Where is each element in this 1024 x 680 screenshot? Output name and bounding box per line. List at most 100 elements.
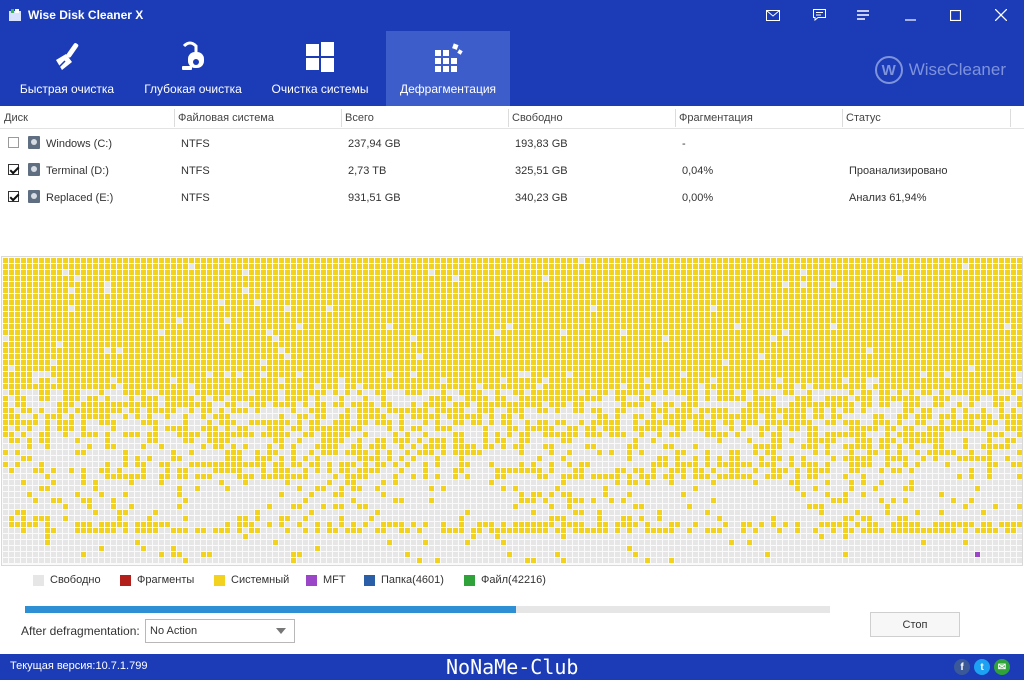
cluster-block <box>603 360 608 365</box>
cluster-block <box>765 414 770 419</box>
cluster-block <box>945 282 950 287</box>
cluster-block <box>537 318 542 323</box>
col-status[interactable]: Статус <box>846 112 881 124</box>
tab-deep-clean[interactable]: Глубокая очистка <box>131 31 255 106</box>
column-divider[interactable] <box>174 109 175 127</box>
minimize-button[interactable] <box>888 0 932 30</box>
cluster-block <box>867 294 872 299</box>
cluster-block <box>435 378 440 383</box>
column-divider[interactable] <box>341 109 342 127</box>
cluster-block <box>393 258 398 263</box>
cluster-block <box>969 426 974 431</box>
cluster-block <box>555 258 560 263</box>
cluster-block <box>747 366 752 371</box>
col-frag[interactable]: Фрагментация <box>679 112 753 124</box>
cluster-block <box>147 318 152 323</box>
cluster-block <box>405 342 410 347</box>
cluster-block <box>699 420 704 425</box>
mail-button[interactable] <box>751 0 795 30</box>
cluster-block <box>351 276 356 281</box>
cluster-block <box>807 294 812 299</box>
cluster-block <box>183 312 188 317</box>
cluster-block <box>453 360 458 365</box>
cluster-block <box>315 288 320 293</box>
cluster-block <box>195 426 200 431</box>
row-checkbox[interactable] <box>8 137 19 148</box>
cluster-block <box>1005 306 1010 311</box>
row-checkbox[interactable] <box>8 191 19 202</box>
cluster-block <box>729 390 734 395</box>
cluster-block <box>981 378 986 383</box>
cluster-block <box>69 402 74 407</box>
cluster-block <box>9 378 14 383</box>
cluster-block <box>789 390 794 395</box>
cluster-block <box>321 288 326 293</box>
cluster-block <box>495 348 500 353</box>
cluster-block <box>195 408 200 413</box>
cluster-block <box>837 258 842 263</box>
col-free[interactable]: Свободно <box>512 112 563 124</box>
cluster-block <box>699 342 704 347</box>
cluster-block <box>951 342 956 347</box>
cluster-block <box>969 414 974 419</box>
cluster-block <box>387 414 392 419</box>
table-row[interactable]: Replaced (E:) NTFS 931,51 GB 340,23 GB 0… <box>0 186 1024 212</box>
cluster-block <box>903 372 908 377</box>
cluster-block <box>885 270 890 275</box>
cluster-block <box>405 276 410 281</box>
cluster-block <box>1005 366 1010 371</box>
cluster-block <box>759 342 764 347</box>
cluster-block <box>801 426 806 431</box>
cluster-block <box>489 306 494 311</box>
cluster-block <box>573 258 578 263</box>
cluster-block <box>21 396 26 401</box>
cluster-block <box>651 354 656 359</box>
table-row[interactable]: Windows (C:) NTFS 237,94 GB 193,83 GB - <box>0 132 1024 158</box>
feedback-button[interactable] <box>797 0 841 30</box>
cluster-block <box>843 354 848 359</box>
cluster-block <box>249 414 254 419</box>
cluster-block <box>183 360 188 365</box>
row-checkbox[interactable] <box>8 164 19 175</box>
tab-system-clean[interactable]: Очистка системы <box>258 31 382 106</box>
cluster-block <box>681 360 686 365</box>
column-divider[interactable] <box>675 109 676 127</box>
cluster-block <box>33 276 38 281</box>
tab-quick-clean[interactable]: Быстрая очистка <box>5 31 129 106</box>
cluster-block <box>849 402 854 407</box>
cluster-block <box>207 354 212 359</box>
column-divider[interactable] <box>508 109 509 127</box>
column-divider[interactable] <box>1010 109 1011 127</box>
tab-defrag[interactable]: Дефрагментация <box>386 31 510 106</box>
col-total[interactable]: Всего <box>345 112 374 124</box>
col-fs[interactable]: Файловая система <box>178 112 274 124</box>
cluster-block <box>27 408 32 413</box>
close-button[interactable] <box>979 0 1023 30</box>
cluster-block <box>321 396 326 401</box>
cluster-block <box>507 360 512 365</box>
cluster-block <box>873 330 878 335</box>
cluster-block <box>495 426 500 431</box>
cluster-block <box>699 294 704 299</box>
cluster-block <box>243 414 248 419</box>
cluster-block <box>1005 294 1010 299</box>
cluster-block <box>213 318 218 323</box>
table-row[interactable]: Terminal (D:) NTFS 2,73 TB 325,51 GB 0,0… <box>0 159 1024 185</box>
menu-button[interactable] <box>841 0 885 30</box>
col-disk[interactable]: Диск <box>4 112 28 124</box>
cluster-block <box>537 282 542 287</box>
cluster-block <box>423 378 428 383</box>
cluster-block <box>855 270 860 275</box>
cluster-block <box>117 258 122 263</box>
maximize-button[interactable] <box>933 0 977 30</box>
cluster-block <box>879 258 884 263</box>
cluster-block <box>459 408 464 413</box>
cluster-block <box>255 408 260 413</box>
cluster-block <box>819 390 824 395</box>
cluster-block <box>657 372 662 377</box>
cluster-block <box>261 366 266 371</box>
cluster-block <box>591 384 596 389</box>
column-divider[interactable] <box>842 109 843 127</box>
cluster-block <box>501 342 506 347</box>
cluster-block <box>993 288 998 293</box>
